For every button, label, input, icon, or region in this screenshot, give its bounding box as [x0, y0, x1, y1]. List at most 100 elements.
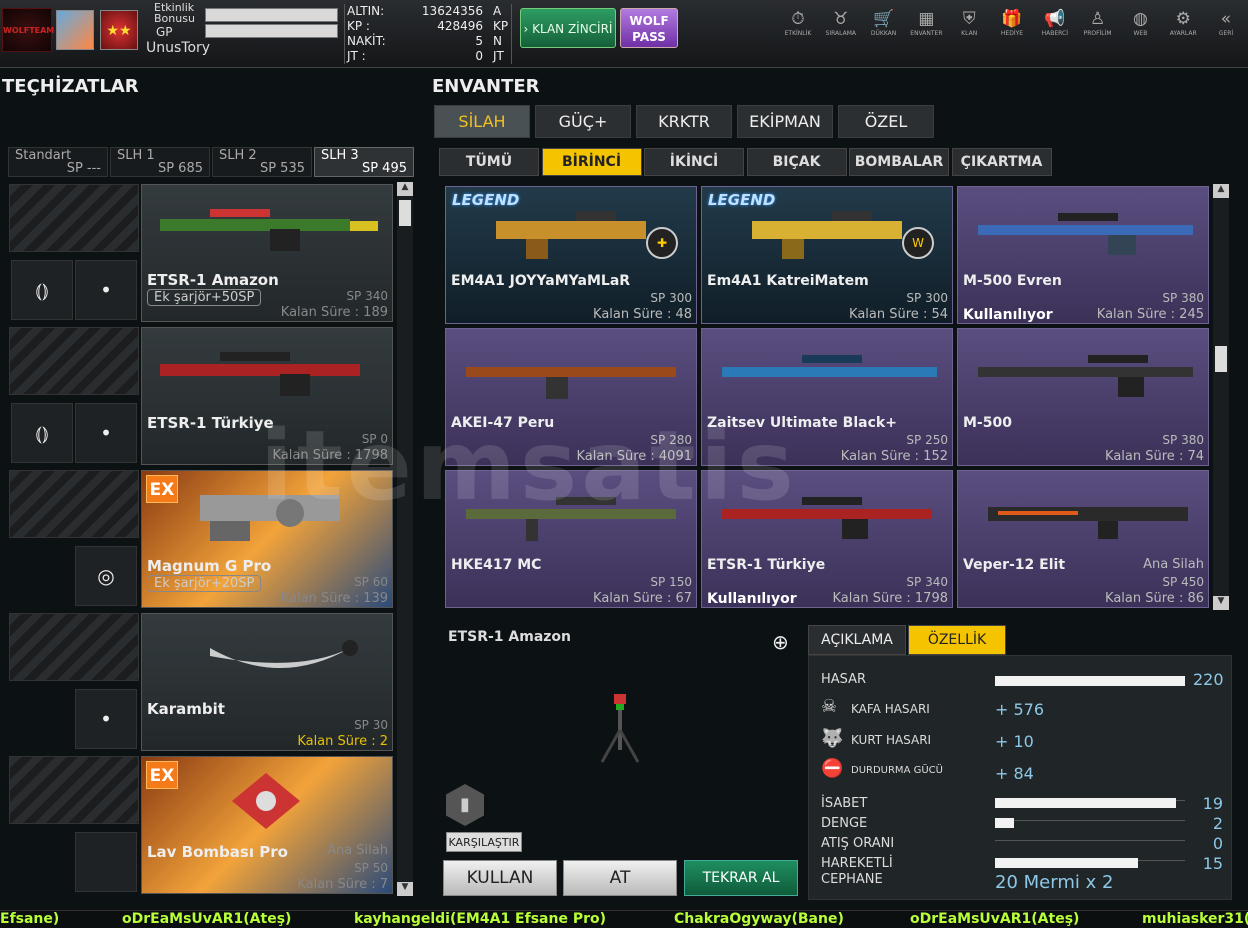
- stop-icon: ⛔: [821, 758, 844, 779]
- kullan-button[interactable]: KULLAN: [443, 860, 557, 896]
- sub-tab-3[interactable]: BIÇAK: [746, 148, 847, 176]
- nav-cart-button[interactable]: 🛒 DÜKKAN: [864, 8, 904, 48]
- inventory-item[interactable]: LEGEND ✚ EM4A1 JOYYaMYaMLaR SP 300 Kalan Sür…: [445, 186, 697, 324]
- inventory-tab-2[interactable]: KRKTR: [636, 105, 732, 138]
- wolf-icon: 🐺: [821, 728, 844, 749]
- inventory-item[interactable]: LEGEND W Em4A1 KatreiMatem SP 300 Kalan Süre…: [701, 186, 953, 324]
- inventory-tab-0[interactable]: SİLAH: [434, 105, 530, 138]
- sub-tab-2[interactable]: İKİNCİ: [644, 148, 744, 176]
- scroll-thumb[interactable]: [399, 200, 411, 226]
- nav-stopwatch-button[interactable]: ⏱ ETKİNLİK: [778, 8, 818, 48]
- chat-ticker: Efsane) oDrEaMsUvAR1(Ateş) kayhangeldi(EM4…: [0, 910, 1248, 928]
- slot-icon[interactable]: •: [75, 689, 137, 749]
- equipped-card[interactable]: ETSR-1 Amazon Ek şarjör+50SP SP 340 Kalan S…: [141, 184, 393, 322]
- sub-tab-0[interactable]: TÜMÜ: [439, 148, 539, 176]
- avatar[interactable]: [56, 10, 94, 50]
- scroll-down-icon[interactable]: ▼: [1213, 596, 1229, 610]
- equip-tab-0[interactable]: Standart SP ---: [8, 147, 108, 177]
- inventory-item[interactable]: M-500 Evren SP 380 Kullanılıyor Kalan Süre …: [957, 186, 1209, 324]
- inventory-tab-3[interactable]: EKİPMAN: [737, 105, 833, 138]
- item-name: HKE417 MC: [451, 557, 542, 573]
- slot-icon[interactable]: •: [75, 403, 137, 463]
- item-sp: SP 380: [1162, 433, 1204, 447]
- nav-gear-button[interactable]: ⚙ AYARLAR: [1163, 8, 1203, 48]
- item-sp: SP 450: [1162, 575, 1204, 589]
- equip-slot[interactable]: [9, 613, 139, 681]
- equipped-card[interactable]: EX Lav Bombası Pro Ana Silah SP 50 Kalan Sür…: [141, 756, 393, 894]
- weapon-image: [150, 342, 382, 402]
- top-bar: WOLFTEAM ★★ Etkinlik Bonusu GP UnusTory …: [0, 0, 1248, 68]
- inventory-icon: ▦: [918, 9, 935, 29]
- currency-value: 0: [475, 49, 483, 63]
- currency-unit: A: [493, 4, 502, 18]
- sub-tab-5[interactable]: ÇIKARTMA: [951, 148, 1052, 176]
- equipped-card[interactable]: Karambit SP 30 Kalan Süre : 2: [141, 613, 393, 751]
- sub-tab-4[interactable]: BOMBALAR: [849, 148, 949, 176]
- stat-label: HAREKETLİ: [821, 856, 893, 871]
- klan-zinciri-button[interactable]: › KLAN ZİNCİRİ: [520, 8, 616, 48]
- inventory-tab-1[interactable]: GÜÇ+: [535, 105, 631, 138]
- stat-label: İSABET: [821, 796, 868, 811]
- detail-tab-0[interactable]: AÇIKLAMA: [808, 625, 906, 655]
- compare-button[interactable]: KARŞILAŞTIR: [446, 832, 522, 852]
- etkinlik-bonus-label: Etkinlik Bonusu: [154, 1, 195, 25]
- equip-slot[interactable]: [9, 327, 139, 395]
- equipped-sp: SP 30: [354, 718, 388, 732]
- nav-wolf-button[interactable]: ♉ SIRALAMA: [821, 8, 861, 48]
- equip-tab-1[interactable]: SLH 1 SP 685: [110, 147, 210, 177]
- zoom-icon[interactable]: ⊕: [772, 630, 789, 654]
- slot-icon[interactable]: [75, 832, 137, 892]
- equip-slot[interactable]: [9, 756, 139, 824]
- nav-megaphone-button[interactable]: 📢 HABERCİ: [1035, 8, 1075, 48]
- nav-label: HEDİYE: [1000, 30, 1024, 37]
- nav-inventory-button[interactable]: ▦ ENVANTER: [906, 8, 946, 48]
- item-remaining: Kalan Süre : 67: [593, 591, 692, 606]
- stat-label: ATIŞ ORANI: [821, 836, 895, 851]
- equipped-sp: SP 50: [354, 861, 388, 875]
- nav-shield-button[interactable]: ⛨ KLAN: [949, 8, 989, 48]
- inventory-item[interactable]: M-500 SP 380 Kalan Süre : 74: [957, 328, 1209, 466]
- ticker-entry: oDrEaMsUvAR1(Ateş): [910, 911, 1080, 927]
- nav-gift-button[interactable]: 🎁 HEDİYE: [992, 8, 1032, 48]
- ana-silah-label: Ana Silah: [327, 843, 388, 858]
- equip-tab-2[interactable]: SLH 2 SP 535: [212, 147, 312, 177]
- tekrar-al-button[interactable]: TEKRAR AL: [684, 860, 798, 896]
- item-name: M-500 Evren: [963, 273, 1062, 289]
- currency-label: JT :: [347, 49, 366, 63]
- slot-icon[interactable]: ◎: [75, 546, 137, 606]
- nav-profile-button[interactable]: ♙ PROFİLİM: [1078, 8, 1118, 48]
- at-button[interactable]: AT: [563, 860, 677, 896]
- currency-row: JT : 0 JT: [345, 49, 511, 64]
- item-name: Veper-12 Elit: [963, 557, 1066, 573]
- inventory-item[interactable]: Veper-12 Elit Ana Silah SP 450 Kalan Süre :…: [957, 470, 1209, 608]
- profile-icon: ♙: [1089, 9, 1106, 29]
- nav-label: SIRALAMA: [825, 30, 857, 37]
- ticker-entry: muhiasker31(: [1142, 911, 1248, 927]
- item-name: M-500: [963, 415, 1012, 431]
- scroll-thumb[interactable]: [1215, 346, 1227, 372]
- left-scrollbar[interactable]: ▲ ▼: [397, 182, 413, 896]
- magazine-icon[interactable]: ⦅⦆: [11, 403, 73, 463]
- equip-slot[interactable]: [9, 470, 139, 538]
- equipped-name: Karambit: [147, 700, 225, 718]
- ticker-entry: ChakraOgyway(Bane): [674, 911, 844, 927]
- scroll-up-icon[interactable]: ▲: [397, 182, 413, 196]
- nav-globe-button[interactable]: ◍ WEB: [1120, 8, 1160, 48]
- in-use-status: Kullanılıyor: [963, 307, 1053, 323]
- weapon-image: [712, 343, 944, 405]
- scroll-down-icon[interactable]: ▼: [397, 882, 413, 896]
- inventory-scrollbar[interactable]: ▲ ▼: [1213, 184, 1229, 610]
- scroll-up-icon[interactable]: ▲: [1213, 184, 1229, 198]
- currency-unit: KP: [493, 19, 509, 33]
- detail-tab-1[interactable]: ÖZELLİK: [908, 625, 1006, 655]
- equip-slot[interactable]: [9, 184, 139, 252]
- slot-icon[interactable]: •: [75, 260, 137, 320]
- currency-row: ALTIN: 13624356 A: [345, 4, 511, 19]
- wolf-pass-button[interactable]: WOLF PASS: [620, 8, 678, 48]
- equip-tab-3[interactable]: SLH 3 SP 495: [314, 147, 414, 177]
- nav-back-button[interactable]: «GERİ: [1206, 8, 1246, 48]
- sub-tab-1[interactable]: BİRİNCİ: [541, 148, 642, 176]
- stopwatch-icon: ⏱: [791, 9, 805, 29]
- magazine-icon[interactable]: ⦅⦆: [11, 260, 73, 320]
- inventory-tab-4[interactable]: ÖZEL: [838, 105, 934, 138]
